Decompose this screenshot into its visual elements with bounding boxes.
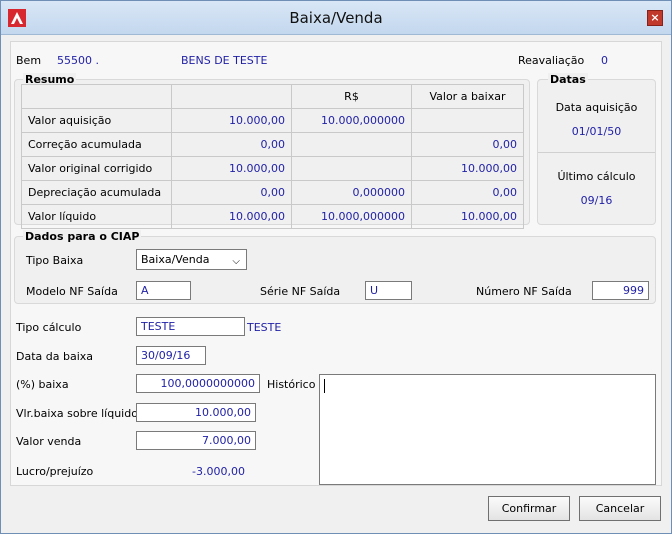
historico-textarea[interactable] <box>319 374 656 485</box>
row-rs: 10.000,000000 <box>291 108 412 133</box>
valor-venda-label: Valor venda <box>16 435 82 448</box>
row-valor-baixar: 0,00 <box>411 132 524 157</box>
row-rs: 0,000000 <box>291 180 412 205</box>
data-baixa-input[interactable]: 30/09/16 <box>136 346 206 365</box>
ultimo-calculo-value: 09/16 <box>580 194 613 207</box>
col-header-rs: R$ <box>291 84 412 109</box>
lucro-label: Lucro/prejuízo <box>16 465 94 478</box>
row-valor-baixar: 10.000,00 <box>411 156 524 181</box>
numero-nf-label: Número NF Saída <box>476 285 572 298</box>
row-valor-baixar: 10.000,00 <box>411 204 524 229</box>
tipo-calculo-input[interactable]: TESTE <box>136 317 245 336</box>
row-valor-baixar: 0,00 <box>411 180 524 205</box>
tipo-baixa-select[interactable]: Baixa/Venda ⌵ <box>136 249 247 270</box>
data-baixa-label: Data da baixa <box>16 350 94 363</box>
bem-name: BENS DE TESTE <box>181 54 268 67</box>
table-header-row: R$ Valor a baixar <box>21 84 524 109</box>
row-label: Valor aquisição <box>21 108 172 133</box>
confirm-button[interactable]: Confirmar <box>488 496 570 521</box>
modelo-nf-label: Modelo NF Saída <box>26 285 118 298</box>
resumo-table: R$ Valor a baixar Valor aquisição 10.000… <box>21 84 524 229</box>
numero-nf-input[interactable]: 999 <box>592 281 649 300</box>
row-rs <box>291 132 412 157</box>
ultimo-calculo-label: Último cálculo <box>557 170 636 183</box>
lucro-value: -3.000,00 <box>192 465 245 478</box>
text-caret <box>324 379 325 393</box>
title-bar[interactable]: Baixa/Venda × <box>1 1 671 35</box>
row-value: 10.000,00 <box>171 108 292 133</box>
dialog-window: Baixa/Venda × Bem 55500 . BENS DE TESTE … <box>0 0 672 534</box>
datas-title: Datas <box>548 73 588 86</box>
row-label: Valor original corrigido <box>21 156 172 181</box>
row-label: Correção acumulada <box>21 132 172 157</box>
row-rs <box>291 156 412 181</box>
serie-nf-input[interactable]: U <box>365 281 412 300</box>
bem-code: 55500 . <box>57 54 99 67</box>
reavaliacao-value: 0 <box>601 54 608 67</box>
resumo-group: Resumo R$ Valor a baixar Valor aquisição… <box>14 73 530 229</box>
row-rs: 10.000,000000 <box>291 204 412 229</box>
row-label: Valor líquido <box>21 204 172 229</box>
col-header-value <box>171 84 292 109</box>
perc-baixa-input[interactable]: 100,0000000000 <box>136 374 260 393</box>
datas-divider <box>538 152 655 153</box>
reavaliacao-label: Reavaliação <box>518 54 585 67</box>
cancel-button-label: Cancelar <box>595 502 645 515</box>
tipo-calculo-desc: TESTE <box>247 321 282 334</box>
cancel-button[interactable]: Cancelar <box>579 496 661 521</box>
close-button[interactable]: × <box>647 10 663 26</box>
chevron-down-icon: ⌵ <box>232 256 240 267</box>
table-row: Valor aquisição 10.000,00 10.000,000000 <box>21 108 524 133</box>
col-header-label <box>21 84 172 109</box>
row-value: 0,00 <box>171 132 292 157</box>
data-aquisicao-value: 01/01/50 <box>571 125 622 138</box>
row-label: Depreciação acumulada <box>21 180 172 205</box>
table-row: Valor líquido 10.000,00 10.000,000000 10… <box>21 204 524 229</box>
tipo-baixa-value: Baixa/Venda <box>141 253 210 266</box>
ciap-title: Dados para o CIAP <box>23 230 142 243</box>
confirm-button-label: Confirmar <box>501 502 557 515</box>
tipo-baixa-label: Tipo Baixa <box>26 254 84 267</box>
historico-label: Histórico <box>267 378 316 391</box>
serie-nf-label: Série NF Saída <box>260 285 341 298</box>
row-value: 10.000,00 <box>171 156 292 181</box>
vlr-baixa-input[interactable]: 10.000,00 <box>136 403 256 422</box>
data-aquisicao-label: Data aquisição <box>555 101 638 114</box>
datas-group: Datas Data aquisição 01/01/50 Último cál… <box>537 73 656 225</box>
row-value: 10.000,00 <box>171 204 292 229</box>
perc-baixa-label: (%) baixa <box>16 378 69 391</box>
valor-venda-input[interactable]: 7.000,00 <box>136 431 256 450</box>
col-header-valor-a-baixar: Valor a baixar <box>411 84 524 109</box>
vlr-baixa-label: Vlr.baixa sobre líquido <box>16 407 138 420</box>
row-value: 0,00 <box>171 180 292 205</box>
tipo-calculo-label: Tipo cálculo <box>16 321 82 334</box>
table-row: Correção acumulada 0,00 0,00 <box>21 132 524 157</box>
bem-label: Bem <box>16 54 42 67</box>
table-row: Valor original corrigido 10.000,00 10.00… <box>21 156 524 181</box>
window-title: Baixa/Venda <box>289 9 383 27</box>
modelo-nf-input[interactable]: A <box>136 281 191 300</box>
table-row: Depreciação acumulada 0,00 0,000000 0,00 <box>21 180 524 205</box>
row-valor-baixar <box>411 108 524 133</box>
